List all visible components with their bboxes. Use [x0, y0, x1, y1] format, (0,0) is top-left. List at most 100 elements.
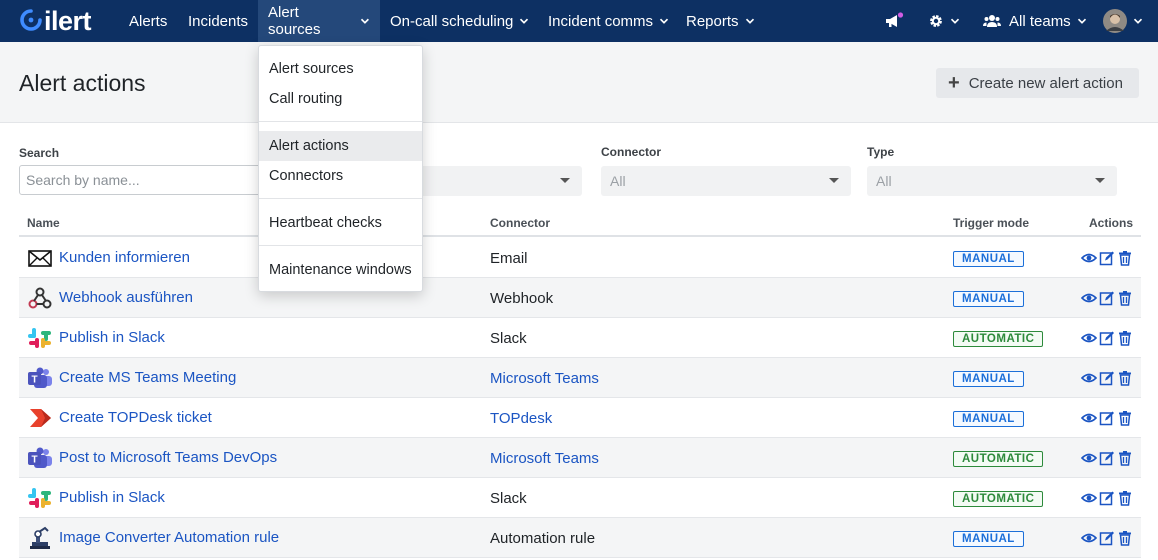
page-title: Alert actions: [19, 70, 146, 96]
menu-item-heartbeat-checks[interactable]: Heartbeat checks: [259, 208, 422, 238]
column-header-connector[interactable]: Connector: [490, 216, 550, 230]
chevron-down-icon: [361, 18, 370, 24]
view-eye-icon[interactable]: [1081, 370, 1097, 389]
connector-filter-select[interactable]: All: [601, 166, 851, 196]
connector-filter-value: All: [610, 173, 626, 189]
ilert-logo[interactable]: ilert: [20, 6, 92, 36]
nav-alerts-label: Alerts: [129, 12, 168, 30]
edit-icon[interactable]: [1099, 490, 1115, 509]
gear-icon: [930, 15, 942, 27]
view-eye-icon[interactable]: [1081, 530, 1097, 549]
users-icon: [983, 15, 1001, 27]
column-header-trigger-mode[interactable]: Trigger mode: [953, 216, 1029, 230]
alert-action-name-link[interactable]: Create MS Teams Meeting: [59, 369, 236, 386]
settings-button[interactable]: [928, 0, 960, 42]
plus-icon: +: [948, 72, 960, 94]
menu-item-alert-actions[interactable]: Alert actions: [259, 131, 422, 161]
type-filter-select[interactable]: All: [867, 166, 1117, 196]
webhook-icon: [27, 286, 53, 310]
slack-icon: [27, 326, 53, 350]
nav-alerts[interactable]: Alerts: [119, 0, 177, 42]
table-row: Publish in Slack Slack AUTOMATIC: [19, 478, 1141, 518]
delete-trash-icon[interactable]: [1117, 250, 1133, 269]
trigger-mode-badge: MANUAL: [953, 411, 1024, 427]
menu-divider: [259, 245, 422, 246]
alert-action-name-link[interactable]: Image Converter Automation rule: [59, 529, 279, 546]
ilert-logo-icon: [20, 9, 42, 31]
view-eye-icon[interactable]: [1081, 410, 1097, 429]
menu-item-call-routing[interactable]: Call routing: [259, 84, 422, 114]
nav-reports-label: Reports: [686, 12, 739, 30]
edit-icon[interactable]: [1099, 450, 1115, 469]
teams-icon: T: [27, 446, 53, 470]
search-label: Search: [19, 146, 60, 160]
svg-text:T: T: [31, 375, 37, 386]
connector-filter-label: Connector: [601, 145, 661, 159]
nav-incident-comms[interactable]: Incident comms: [538, 0, 679, 42]
column-header-name[interactable]: Name: [27, 216, 60, 230]
trigger-mode-badge: AUTOMATIC: [953, 451, 1044, 467]
alert-action-name-link[interactable]: Kunden informieren: [59, 249, 190, 266]
nav-incident-comms-label: Incident comms: [548, 12, 654, 30]
trigger-mode-badge: AUTOMATIC: [953, 331, 1044, 347]
trigger-mode-badge: MANUAL: [953, 371, 1024, 387]
connector-cell[interactable]: Microsoft Teams: [490, 450, 599, 467]
create-button-label: Create new alert action: [968, 74, 1123, 92]
alert-action-name-link[interactable]: Publish in Slack: [59, 489, 165, 506]
table-header: Name Connector Trigger mode Actions: [19, 210, 1141, 237]
edit-icon[interactable]: [1099, 530, 1115, 549]
create-alert-action-button[interactable]: + Create new alert action: [936, 68, 1139, 98]
delete-trash-icon[interactable]: [1117, 530, 1133, 549]
delete-trash-icon[interactable]: [1117, 370, 1133, 389]
delete-trash-icon[interactable]: [1117, 330, 1133, 349]
nav-alert-sources-label: Alert sources: [268, 4, 321, 38]
chevron-down-icon: [1077, 18, 1086, 24]
nav-incidents[interactable]: Incidents: [178, 0, 258, 42]
delete-trash-icon[interactable]: [1117, 410, 1133, 429]
alert-action-name-link[interactable]: Post to Microsoft Teams DevOps: [59, 449, 277, 466]
view-eye-icon[interactable]: [1081, 450, 1097, 469]
edit-icon[interactable]: [1099, 290, 1115, 309]
connector-cell: Webhook: [490, 290, 554, 307]
view-eye-icon[interactable]: [1081, 250, 1097, 269]
menu-item-maintenance-windows[interactable]: Maintenance windows: [259, 255, 422, 285]
nav-on-call-scheduling[interactable]: On-call scheduling: [380, 0, 539, 42]
table-row: Publish in Slack Slack AUTOMATIC: [19, 318, 1141, 358]
view-eye-icon[interactable]: [1081, 490, 1097, 509]
alert-action-name-link[interactable]: Webhook ausführen: [59, 289, 193, 306]
menu-item-connectors[interactable]: Connectors: [259, 161, 422, 191]
teams-icon: T: [27, 366, 53, 390]
connector-cell: Email: [490, 250, 528, 267]
connector-cell[interactable]: TOPdesk: [490, 410, 552, 427]
nav-reports[interactable]: Reports: [676, 0, 765, 42]
row-actions: [1081, 370, 1133, 389]
announcements-button[interactable]: [884, 0, 904, 42]
top-navbar: ilert Alerts Incidents Alert sources On-…: [0, 0, 1158, 42]
alert-action-name-link[interactable]: Publish in Slack: [59, 329, 165, 346]
table-row: T Post to Microsoft Teams DevOps Microsoft…: [19, 438, 1141, 478]
connector-cell[interactable]: Microsoft Teams: [490, 370, 599, 387]
row-actions: [1081, 530, 1133, 549]
delete-trash-icon[interactable]: [1117, 450, 1133, 469]
nav-alert-sources[interactable]: Alert sources: [258, 0, 380, 42]
menu-divider: [259, 198, 422, 199]
team-selector[interactable]: All teams: [983, 0, 1087, 42]
slack-icon: [27, 486, 53, 510]
delete-trash-icon[interactable]: [1117, 290, 1133, 309]
user-menu[interactable]: [1103, 0, 1143, 42]
alert-sources-dropdown-menu: Alert sources Call routing Alert actions…: [258, 45, 423, 292]
nav-incidents-label: Incidents: [188, 12, 249, 30]
edit-icon[interactable]: [1099, 410, 1115, 429]
edit-icon[interactable]: [1099, 250, 1115, 269]
delete-trash-icon[interactable]: [1117, 490, 1133, 509]
view-eye-icon[interactable]: [1081, 290, 1097, 309]
edit-icon[interactable]: [1099, 330, 1115, 349]
row-actions: [1081, 450, 1133, 469]
view-eye-icon[interactable]: [1081, 330, 1097, 349]
menu-item-alert-sources[interactable]: Alert sources: [259, 54, 422, 84]
alert-action-name-link[interactable]: Create TOPDesk ticket: [59, 409, 212, 426]
chevron-down-icon: [1095, 178, 1105, 183]
edit-icon[interactable]: [1099, 370, 1115, 389]
table-row: Image Converter Automation rule Automatio…: [19, 518, 1141, 558]
email-icon: [27, 246, 53, 270]
